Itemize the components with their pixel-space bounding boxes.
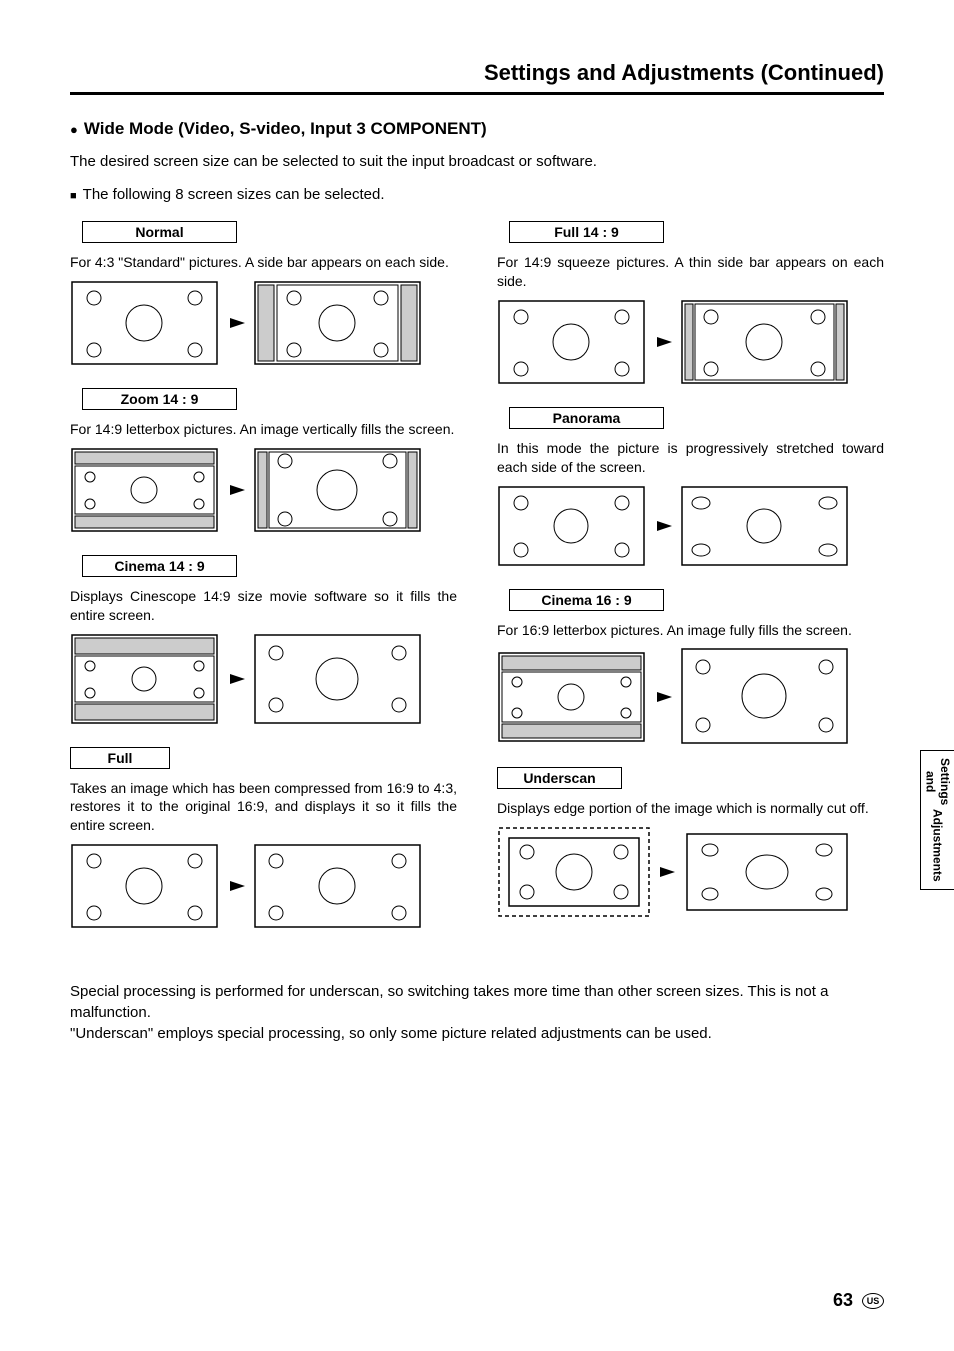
mode-label-cinema169: Cinema 16 : 9 [509, 589, 664, 611]
page-number-value: 63 [833, 1290, 853, 1310]
left-column: Normal For 4:3 "Standard" pictures. A si… [70, 221, 457, 951]
diagram-zoom149 [70, 447, 457, 533]
note-line-1: Special processing is performed for unde… [70, 981, 884, 1023]
mode-underscan: Underscan Displays edge portion of the i… [497, 767, 884, 918]
mode-label-zoom149: Zoom 14 : 9 [82, 388, 237, 410]
mode-desc-zoom149: For 14:9 letterbox pictures. An image ve… [70, 420, 457, 439]
region-badge: US [862, 1293, 884, 1309]
mode-label-full: Full [70, 747, 170, 769]
diagram-cinema149 [70, 633, 457, 725]
mode-desc-full: Takes an image which has been compressed… [70, 779, 457, 836]
mode-label-full149: Full 14 : 9 [509, 221, 664, 243]
mode-desc-underscan: Displays edge portion of the image which… [497, 799, 884, 818]
mode-label-underscan: Underscan [497, 767, 622, 789]
right-column: Full 14 : 9 For 14:9 squeeze pictures. A… [497, 221, 884, 951]
page-number: 63 US [833, 1290, 884, 1311]
header-title: Settings and Adjustments (Continued) [70, 60, 884, 86]
diagram-cinema169 [497, 647, 884, 745]
mode-label-cinema149: Cinema 14 : 9 [82, 555, 237, 577]
side-tab: Settings and Adjustments [920, 750, 954, 890]
mode-full149: Full 14 : 9 For 14:9 squeeze pictures. A… [497, 221, 884, 385]
mode-desc-cinema149: Displays Cinescope 14:9 size movie softw… [70, 587, 457, 625]
mode-label-normal: Normal [82, 221, 237, 243]
mode-label-panorama: Panorama [509, 407, 664, 429]
mode-panorama: Panorama In this mode the picture is pro… [497, 407, 884, 567]
mode-full: Full Takes an image which has been compr… [70, 747, 457, 930]
mode-normal: Normal For 4:3 "Standard" pictures. A si… [70, 221, 457, 366]
mode-desc-full149: For 14:9 squeeze pictures. A thin side b… [497, 253, 884, 291]
mode-desc-normal: For 4:3 "Standard" pictures. A side bar … [70, 253, 457, 272]
mode-zoom149: Zoom 14 : 9 For 14:9 letterbox pictures.… [70, 388, 457, 533]
diagram-full149 [497, 299, 884, 385]
intro-text-1: The desired screen size can be selected … [70, 153, 884, 170]
intro-text-2: The following 8 screen sizes can be sele… [70, 186, 884, 203]
header-rule [70, 92, 884, 95]
note-line-2: "Underscan" employs special processing, … [70, 1023, 884, 1044]
diagram-panorama [497, 485, 884, 567]
diagram-full [70, 843, 457, 929]
mode-cinema149: Cinema 14 : 9 Displays Cinescope 14:9 si… [70, 555, 457, 725]
section-title: Wide Mode (Video, S-video, Input 3 COMPO… [70, 119, 884, 139]
notes: Special processing is performed for unde… [70, 981, 884, 1044]
diagram-underscan [497, 826, 884, 918]
mode-desc-cinema169: For 16:9 letterbox pictures. An image fu… [497, 621, 884, 640]
mode-desc-panorama: In this mode the picture is progressivel… [497, 439, 884, 477]
side-tab-line2: Adjustments [930, 809, 944, 882]
diagram-normal [70, 280, 457, 366]
mode-cinema169: Cinema 16 : 9 For 16:9 letterbox picture… [497, 589, 884, 746]
side-tab-line1: Settings and [923, 758, 952, 805]
